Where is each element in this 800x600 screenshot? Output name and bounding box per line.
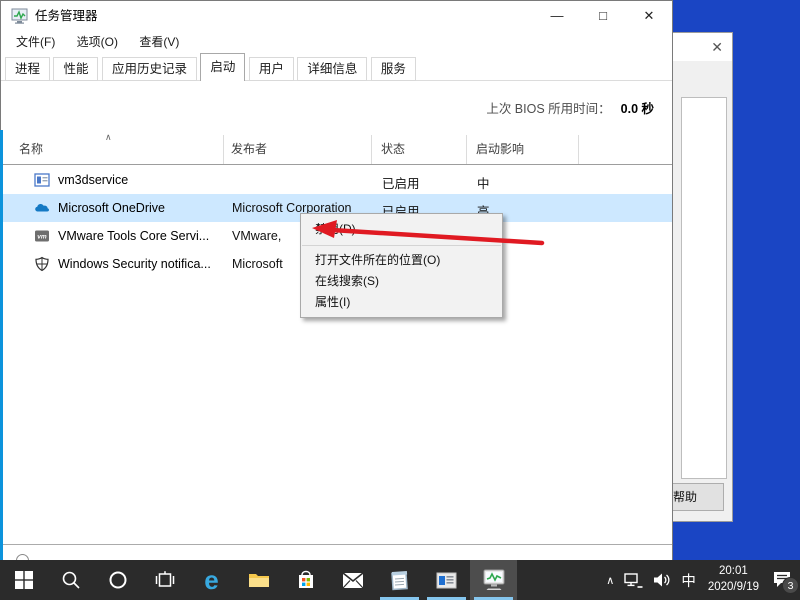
mail-button[interactable] xyxy=(329,560,376,600)
taskbar: e ∧ 中 20:01 2020/9/19 3 xyxy=(0,560,800,600)
start-button[interactable] xyxy=(0,560,47,600)
mail-icon xyxy=(342,571,363,588)
search-button[interactable] xyxy=(47,560,94,600)
menu-options[interactable]: 选项(O) xyxy=(68,31,127,53)
column-divider[interactable] xyxy=(578,135,579,164)
menu-view[interactable]: 查看(V) xyxy=(130,31,188,53)
cortana-button[interactable] xyxy=(94,560,141,600)
clock-time: 20:01 xyxy=(719,565,748,578)
close-icon[interactable]: ✕ xyxy=(711,39,723,56)
menu-file[interactable]: 文件(F) xyxy=(7,31,64,53)
app-window-button[interactable] xyxy=(423,560,470,600)
network-icon[interactable] xyxy=(619,560,648,600)
app-window-icon xyxy=(34,173,50,187)
bios-time-label: 上次 BIOS 所用时间： xyxy=(486,102,611,116)
startup-item-impact: 中 xyxy=(477,177,490,191)
column-divider[interactable] xyxy=(466,135,467,164)
context-menu-item-open-file-location[interactable]: 打开文件所在的位置(O) xyxy=(301,250,502,271)
menu-bar: 文件(F) 选项(O) 查看(V) xyxy=(7,31,188,53)
svg-text:vm: vm xyxy=(37,234,47,241)
edge-button[interactable]: e xyxy=(188,560,235,600)
tab-app-history[interactable]: 应用历史记录 xyxy=(101,57,197,81)
vmware-icon: vm xyxy=(35,230,49,242)
desktop: ✕ 帮助 任务管理器 — □ ✕ 文件(F) 选项(O) 查看(V) 进程 性能… xyxy=(0,0,800,600)
startup-item-name: Windows Security notifica... xyxy=(58,257,211,271)
task-manager-icon xyxy=(11,8,28,24)
window-title: 任务管理器 xyxy=(35,9,98,23)
startup-item-status: 已启用 xyxy=(382,177,420,191)
column-divider[interactable] xyxy=(371,135,372,164)
app-window-icon xyxy=(436,572,457,588)
system-tray: ∧ 中 20:01 2020/9/19 3 xyxy=(601,560,800,600)
sort-ascending-icon: ∧ xyxy=(105,132,112,142)
cortana-icon xyxy=(109,571,126,589)
column-divider[interactable] xyxy=(223,135,224,164)
store-button[interactable] xyxy=(282,560,329,600)
file-explorer-icon xyxy=(248,574,269,587)
context-menu-item-properties[interactable]: 属性(I) xyxy=(301,292,502,313)
onedrive-cloud-icon xyxy=(35,204,49,212)
task-manager-icon xyxy=(483,569,504,590)
bios-time-value: 0.0 秒 xyxy=(620,102,654,116)
ime-indicator[interactable]: 中 xyxy=(676,560,701,600)
startup-item-name: Microsoft OneDrive xyxy=(58,201,165,215)
column-header-status[interactable]: 状态 xyxy=(381,140,405,157)
clock-date: 2020/9/19 xyxy=(707,581,759,593)
tray-chevron-up-icon[interactable]: ∧ xyxy=(601,560,619,600)
column-header-row: ∧ 名称 发布者 状态 启动影响 xyxy=(1,132,672,165)
column-header-impact[interactable]: 启动影响 xyxy=(476,140,524,157)
minimize-button[interactable]: — xyxy=(534,1,580,31)
store-icon xyxy=(298,570,313,588)
background-dialog-titlebar xyxy=(672,33,732,61)
column-header-name[interactable]: 名称 xyxy=(19,140,43,157)
edge-icon: e xyxy=(204,565,219,595)
tab-services[interactable]: 服务 xyxy=(370,57,416,81)
tab-performance[interactable]: 性能 xyxy=(53,57,99,81)
background-dialog: ✕ 帮助 xyxy=(646,32,733,522)
tab-strip: 进程 性能 应用历史记录 启动 用户 详细信息 服务 xyxy=(5,53,672,81)
background-dialog-panel xyxy=(681,97,727,479)
title-bar[interactable]: 任务管理器 — □ ✕ xyxy=(1,1,672,31)
startup-item-publisher: Microsoft xyxy=(232,257,283,271)
clock[interactable]: 20:01 2020/9/19 xyxy=(701,560,766,600)
file-explorer-button[interactable] xyxy=(235,560,282,600)
notepad-button[interactable] xyxy=(376,560,423,600)
tab-processes[interactable]: 进程 xyxy=(5,57,51,81)
task-manager-taskbar-button[interactable] xyxy=(470,560,517,600)
startup-item-name: VMware Tools Core Servi... xyxy=(58,229,210,243)
statusbar-divider xyxy=(1,544,672,545)
volume-icon[interactable] xyxy=(648,560,676,600)
windows-logo-icon xyxy=(14,571,33,589)
task-view-icon xyxy=(155,571,174,587)
context-menu-item-search-online[interactable]: 在线搜索(S) xyxy=(301,271,502,292)
background-window-edge xyxy=(0,130,3,560)
close-button[interactable]: ✕ xyxy=(626,1,672,31)
startup-item-name: vm3dservice xyxy=(58,173,129,187)
column-header-publisher[interactable]: 发布者 xyxy=(231,140,267,157)
search-icon xyxy=(62,571,80,589)
context-menu: 禁用(D) 打开文件所在的位置(O) 在线搜索(S) 属性(I) xyxy=(300,213,503,318)
maximize-button[interactable]: □ xyxy=(580,1,626,31)
notepad-icon xyxy=(391,570,408,590)
tab-startup[interactable]: 启动 xyxy=(200,53,246,81)
table-row[interactable]: vm3dservice 已启用 中 xyxy=(2,166,672,194)
action-center-button[interactable]: 3 xyxy=(766,560,800,600)
startup-item-publisher: VMware, xyxy=(232,229,282,243)
context-menu-separator xyxy=(302,245,501,246)
last-bios-time: 上次 BIOS 所用时间： 0.0 秒 xyxy=(486,98,654,117)
tab-users[interactable]: 用户 xyxy=(248,57,294,81)
notification-badge: 3 xyxy=(782,577,799,594)
tab-details[interactable]: 详细信息 xyxy=(297,57,368,81)
task-view-button[interactable] xyxy=(141,560,188,600)
shield-icon xyxy=(35,256,49,272)
context-menu-item-disable[interactable]: 禁用(D) xyxy=(301,217,502,242)
